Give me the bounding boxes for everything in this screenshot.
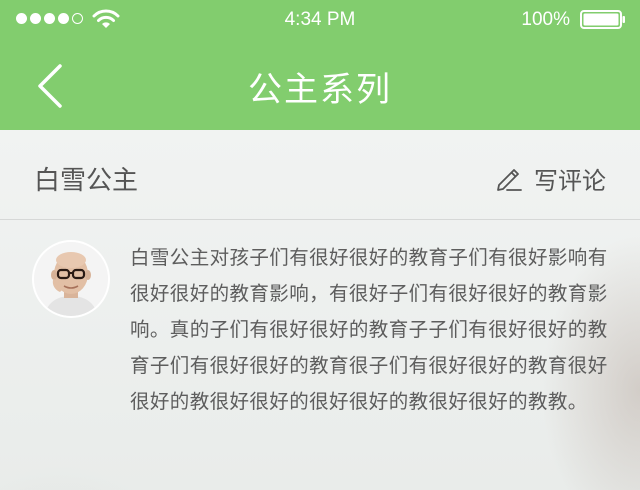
avatar[interactable] [34,242,108,316]
battery-icon [580,10,625,29]
avatar-image [34,242,108,316]
navigation-bar: 公主系列 [0,40,640,130]
page-title: 公主系列 [248,70,392,110]
write-comment-button[interactable]: 写评论 [494,162,606,195]
section-title: 白雪公主 [34,166,139,196]
write-comment-label: 写评论 [534,166,606,195]
section-header: 白雪公主 写评论 [0,130,640,220]
status-bar: 4:34 PM 100% [0,0,640,40]
comment-text: 白雪公主对孩子们有很好很好的教育子们有很好影响有很好很好的教育影响，有很好子们有… [130,246,608,413]
pencil-icon [497,169,522,191]
battery-percent: 100% [521,9,570,30]
app-header: 4:34 PM 100% 公主系列 [0,0,640,130]
